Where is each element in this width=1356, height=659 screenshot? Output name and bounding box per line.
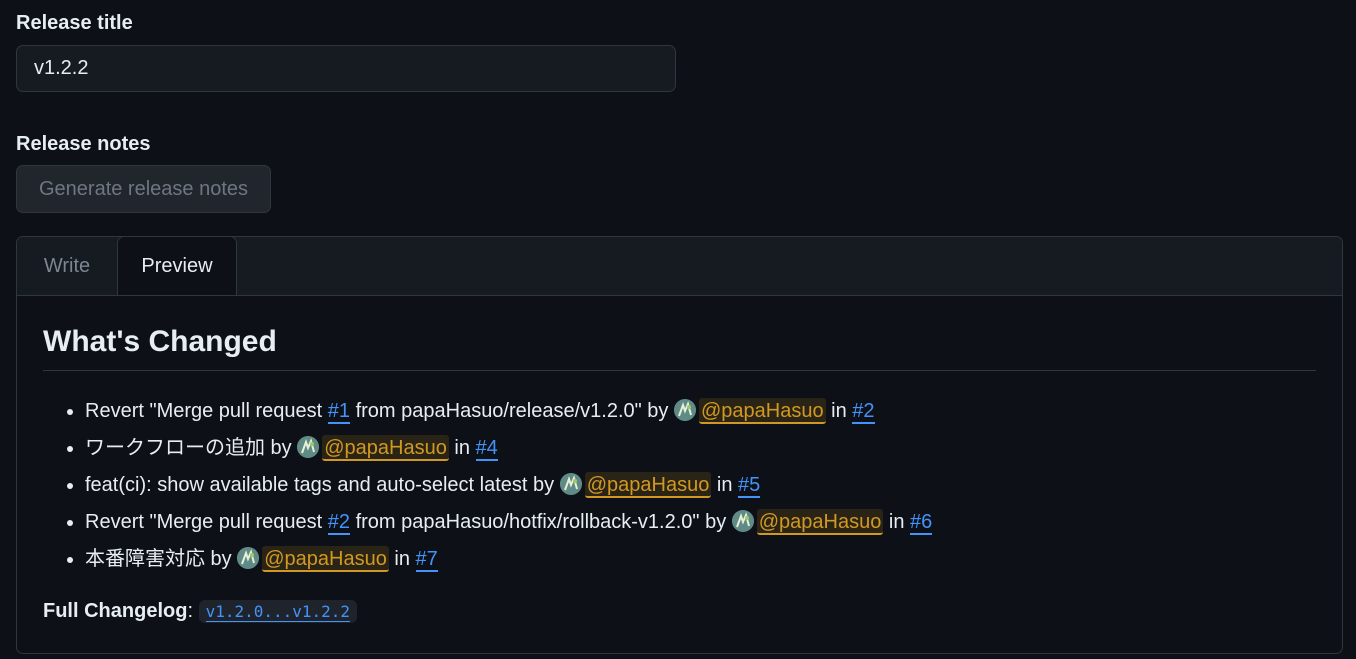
change-text: in: [883, 511, 911, 533]
release-title-label: Release title: [16, 12, 133, 34]
pull-request-link[interactable]: #5: [738, 474, 761, 498]
change-text: in: [388, 548, 416, 570]
changelog-code: v1.2.0...v1.2.2: [198, 600, 358, 623]
pull-request-link[interactable]: #6: [910, 511, 933, 535]
pull-request-link[interactable]: #2: [852, 400, 875, 424]
tab-preview[interactable]: Preview: [117, 236, 237, 295]
change-text: from papaHasuo/hotfix/rollback-v1.2.0" b…: [350, 511, 732, 533]
change-text: feat(ci): show available tags and auto-s…: [85, 474, 560, 496]
avatar: [673, 399, 696, 421]
user-mention-link[interactable]: @papaHasuo: [262, 546, 389, 572]
user-mention-link[interactable]: @papaHasuo: [584, 472, 712, 498]
change-text: Revert "Merge pull request: [85, 400, 328, 422]
avatar: [559, 473, 582, 495]
change-item: Revert "Merge pull request #1 from papaH…: [85, 393, 1316, 430]
generate-release-notes-button[interactable]: Generate release notes: [16, 165, 271, 213]
tab-write[interactable]: Write: [17, 237, 117, 295]
change-text: from papaHasuo/release/v1.2.0" by: [350, 400, 674, 422]
change-text: in: [825, 400, 853, 422]
issue-ref-link[interactable]: #2: [327, 511, 351, 535]
avatar: [297, 436, 320, 458]
preview-pane: What's Changed Revert "Merge pull reques…: [17, 324, 1342, 623]
change-text: in: [711, 474, 738, 496]
changes-list: Revert "Merge pull request #1 from papaH…: [43, 393, 1316, 578]
change-text: 本番障害対応 by: [85, 548, 238, 570]
changelog-label: Full Changelog: [43, 600, 188, 622]
avatar: [731, 510, 754, 532]
release-title-input[interactable]: [16, 45, 676, 92]
change-text: Revert "Merge pull request: [85, 511, 328, 533]
release-notes-label: Release notes: [16, 133, 151, 155]
changelog-separator: :: [187, 600, 199, 622]
user-mention-link[interactable]: @papaHasuo: [322, 435, 449, 461]
changelog-link[interactable]: v1.2.0...v1.2.2: [205, 602, 351, 622]
release-notes-editor: Write Preview What's Changed Revert "Mer…: [16, 236, 1343, 654]
change-text: ワークフローの追加 by: [85, 437, 298, 459]
change-item: 本番障害対応 by @papaHasuo in #7: [85, 541, 1316, 578]
user-mention-link[interactable]: @papaHasuo: [756, 509, 884, 535]
user-mention-link[interactable]: @papaHasuo: [698, 398, 826, 424]
pull-request-link[interactable]: #4: [475, 437, 498, 461]
preview-heading: What's Changed: [43, 324, 1316, 371]
full-changelog: Full Changelog: v1.2.0...v1.2.2: [43, 600, 1316, 623]
change-item: ワークフローの追加 by @papaHasuo in #4: [85, 430, 1316, 467]
change-item: Revert "Merge pull request #2 from papaH…: [85, 504, 1316, 541]
editor-tabbar: Write Preview: [17, 236, 1342, 296]
change-text: in: [448, 437, 476, 459]
pull-request-link[interactable]: #7: [415, 548, 438, 572]
issue-ref-link[interactable]: #1: [327, 400, 351, 424]
avatar: [237, 547, 260, 569]
change-item: feat(ci): show available tags and auto-s…: [85, 467, 1316, 504]
